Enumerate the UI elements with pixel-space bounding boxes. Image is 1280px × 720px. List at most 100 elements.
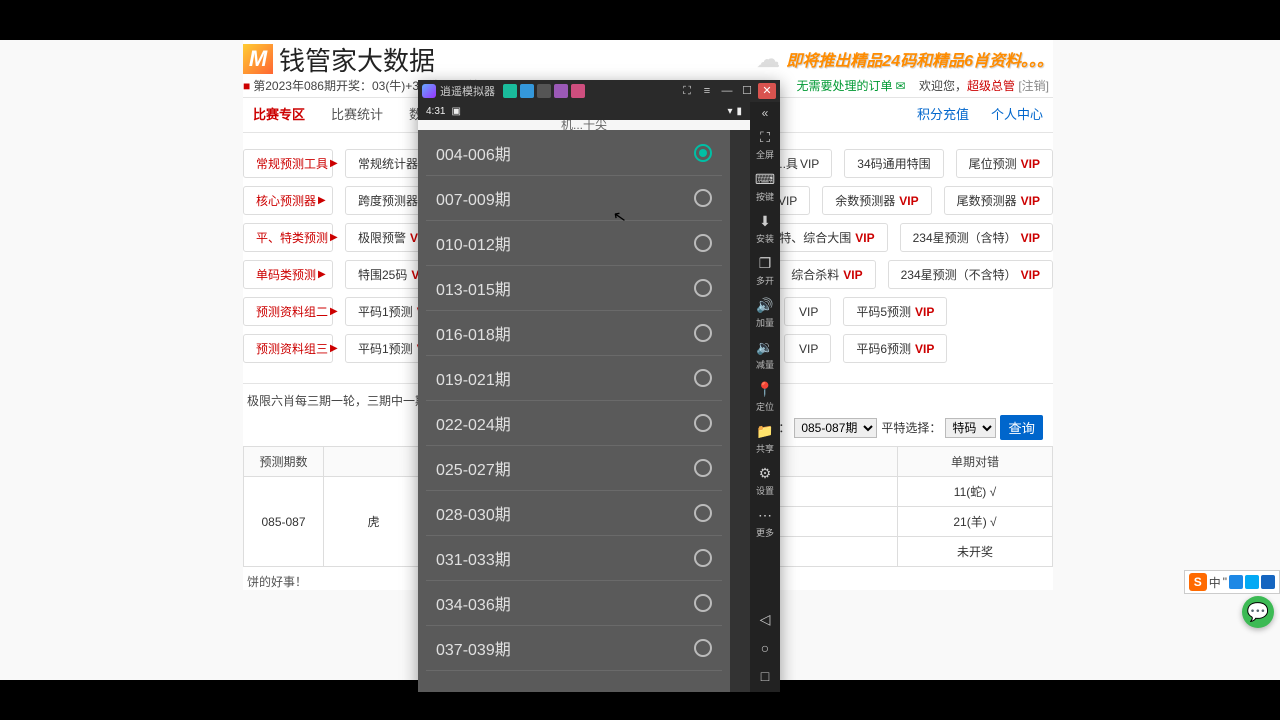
tab-icon[interactable] xyxy=(537,84,551,98)
period-option[interactable]: 034-036期 xyxy=(426,581,722,626)
period-option[interactable]: 022-024期 xyxy=(426,401,722,446)
sidebar-安装[interactable]: ⬇安装 xyxy=(750,208,780,250)
battery-icon: ▮ xyxy=(736,106,742,117)
ime-lang[interactable]: 中 xyxy=(1209,574,1221,591)
tool-button[interactable]: 尾数预测器VIP xyxy=(944,186,1053,215)
ime-toolbar[interactable]: S 中 " xyxy=(1184,570,1280,594)
period-option[interactable]: 028-030期 xyxy=(426,491,722,536)
period-option[interactable]: 019-021期 xyxy=(426,356,722,401)
ime-punct-icon[interactable]: " xyxy=(1223,575,1227,589)
table-cell: 11(蛇) √ xyxy=(897,477,1052,507)
period-option[interactable]: 016-018期 xyxy=(426,311,722,356)
radio-icon[interactable] xyxy=(694,369,712,387)
query-button[interactable]: 查询 xyxy=(1000,415,1043,440)
pt-select[interactable]: 特码 xyxy=(945,418,996,438)
radio-icon[interactable] xyxy=(694,189,712,207)
android-back-icon[interactable]: ◁ xyxy=(760,611,771,628)
no-order-text[interactable]: 无需要处理的订单 xyxy=(797,79,906,93)
clock: 4:31 xyxy=(426,106,445,117)
sidebar-设置[interactable]: ⚙设置 xyxy=(750,460,780,502)
underlying-app-peek: 机...十尖 xyxy=(418,120,750,130)
tool-button[interactable]: 核心预测器▶ xyxy=(243,186,333,215)
minimize-icon[interactable]: — xyxy=(718,83,736,99)
expand-icon[interactable]: ⛶ xyxy=(678,83,696,99)
tool-button[interactable]: 单码类预测▶ xyxy=(243,260,333,289)
period-option[interactable]: 025-027期 xyxy=(426,446,722,491)
radio-icon[interactable] xyxy=(694,594,712,612)
menu-icon[interactable]: ≡ xyxy=(698,83,716,99)
tool-button[interactable]: 预测资料组三▶ xyxy=(243,334,333,363)
tool-button[interactable]: 预测资料组二▶ xyxy=(243,297,333,326)
tool-button[interactable]: 常规预测工具▶ xyxy=(243,149,333,178)
periods-select[interactable]: 085-087期 xyxy=(794,418,877,438)
maximize-icon[interactable]: ☐ xyxy=(738,83,756,99)
period-option[interactable]: 004-006期 xyxy=(426,130,722,176)
radio-icon[interactable] xyxy=(694,504,712,522)
tool-button[interactable]: 234星预测（含特）VIP xyxy=(900,223,1053,252)
tool-button[interactable]: 234星预测（不含特）VIP xyxy=(888,260,1053,289)
tool-button[interactable]: 平码6预测VIP xyxy=(843,334,947,363)
period-select-list[interactable]: 004-006期007-009期010-012期013-015期016-018期… xyxy=(418,130,730,692)
radio-icon[interactable] xyxy=(694,324,712,342)
table-cell: 未开奖 xyxy=(897,537,1052,567)
cloud-icon: ☁ xyxy=(756,45,780,74)
radio-icon[interactable] xyxy=(694,549,712,567)
collapse-icon[interactable]: « xyxy=(762,106,769,122)
tool-button[interactable]: 余数预测器VIP xyxy=(822,186,931,215)
recharge-link[interactable]: 积分充值 xyxy=(917,104,969,123)
sidebar-更多[interactable]: ⋯更多 xyxy=(750,502,780,544)
radio-icon[interactable] xyxy=(694,144,712,162)
tab-match-stats[interactable]: 比赛统计 xyxy=(331,104,383,123)
wifi-icon: ▾ xyxy=(727,106,732,117)
emulator-name: 逍遥模拟器 xyxy=(440,83,495,99)
ime-skin-icon[interactable] xyxy=(1245,575,1259,589)
sidebar-加量[interactable]: 🔊加量 xyxy=(750,292,780,334)
username[interactable]: 超级总管 xyxy=(967,79,1015,93)
table-cell: 21(羊) √ xyxy=(897,507,1052,537)
tool-button[interactable]: 尾位预测VIP xyxy=(956,149,1053,178)
period-option[interactable]: 013-015期 xyxy=(426,266,722,311)
sidebar-定位[interactable]: 📍定位 xyxy=(750,376,780,418)
emulator-titlebar[interactable]: 逍遥模拟器 ⛶ ≡ — ☐ ✕ xyxy=(418,80,780,102)
promo-banner: ☁ 即将推出精品24码和精品6肖资料。。。 xyxy=(756,40,1053,78)
sidebar-多开[interactable]: ❐多开 xyxy=(750,250,780,292)
tool-button[interactable]: 34码通用特围 xyxy=(844,149,943,178)
logout-link[interactable]: [注销] xyxy=(1018,79,1049,93)
tab-icon[interactable] xyxy=(554,84,568,98)
chat-bubble-icon[interactable]: 💬 xyxy=(1242,596,1274,628)
site-title: 钱管家大数据 xyxy=(279,41,435,78)
profile-link[interactable]: 个人中心 xyxy=(991,104,1043,123)
android-recent-icon[interactable]: □ xyxy=(761,668,769,684)
sogou-icon[interactable]: S xyxy=(1189,573,1207,591)
ime-tool-icon[interactable] xyxy=(1261,575,1275,589)
period-option[interactable]: 010-012期 xyxy=(426,221,722,266)
tool-button[interactable]: 平、特类预测▶ xyxy=(243,223,333,252)
tab-icon[interactable] xyxy=(571,84,585,98)
radio-icon[interactable] xyxy=(694,234,712,252)
site-header: M 钱管家大数据 ☁ 即将推出精品24码和精品6肖资料。。。 xyxy=(243,40,1053,78)
tool-button[interactable]: 综合杀料VIP xyxy=(778,260,875,289)
period-option[interactable]: 007-009期 xyxy=(426,176,722,221)
tab-icon[interactable] xyxy=(520,84,534,98)
radio-icon[interactable] xyxy=(694,414,712,432)
ime-keyboard-icon[interactable] xyxy=(1229,575,1243,589)
sidebar-共享[interactable]: 📁共享 xyxy=(750,418,780,460)
tool-button[interactable]: VIP xyxy=(784,297,831,326)
period-option[interactable]: 031-033期 xyxy=(426,536,722,581)
android-home-icon[interactable]: ○ xyxy=(761,640,769,656)
emulator-sidebar: « ⛶全屏⌨按键⬇安装❐多开🔊加量🔉减量📍定位📁共享⚙设置⋯更多 ◁ ○ □ xyxy=(750,102,780,692)
sidebar-按键[interactable]: ⌨按键 xyxy=(750,166,780,208)
tool-button[interactable]: VIP xyxy=(784,334,831,363)
close-icon[interactable]: ✕ xyxy=(758,83,776,99)
radio-icon[interactable] xyxy=(694,639,712,657)
tab-icon[interactable] xyxy=(503,84,517,98)
radio-icon[interactable] xyxy=(694,279,712,297)
tab-match-zone[interactable]: 比赛专区 xyxy=(253,104,305,123)
sidebar-减量[interactable]: 🔉减量 xyxy=(750,334,780,376)
period-option[interactable]: 037-039期 xyxy=(426,626,722,671)
notif-icon: ▣ xyxy=(451,106,460,117)
tool-button[interactable]: 平码5预测VIP xyxy=(843,297,947,326)
radio-icon[interactable] xyxy=(694,459,712,477)
sidebar-全屏[interactable]: ⛶全屏 xyxy=(750,124,780,166)
table-cell: 虎 xyxy=(324,477,424,567)
